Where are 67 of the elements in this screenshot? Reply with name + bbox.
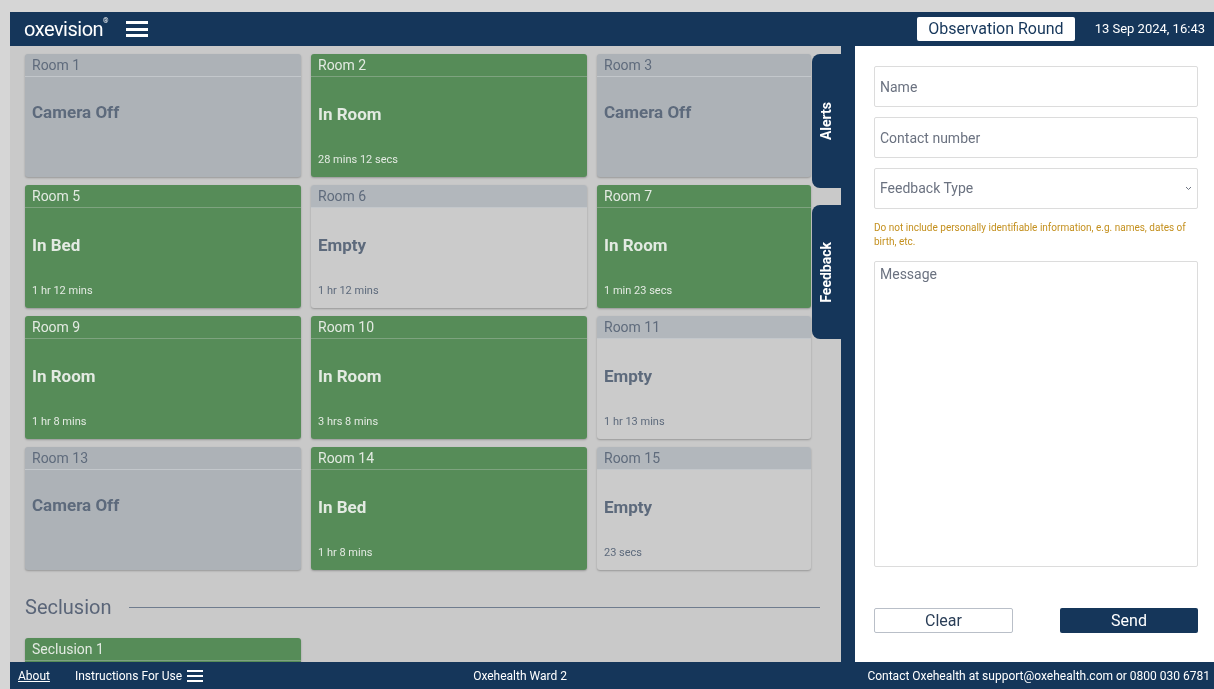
room-status: Empty	[603, 496, 654, 519]
section-heading: Seclusion	[25, 594, 112, 621]
clear-button[interactable]: Clear	[874, 608, 1013, 633]
room-name: Room 2	[318, 57, 367, 73]
room-duration: 1 hr 8 mins	[317, 544, 374, 561]
room-name: Room 7	[604, 188, 653, 204]
room-name: Room 3	[604, 57, 653, 73]
room-duration: 3 hrs 8 mins	[317, 413, 380, 430]
room-duration: 1 hr 8 mins	[31, 413, 88, 430]
room-card[interactable]: Room 14 In Bed 1 hr 8 mins	[311, 447, 587, 570]
room-card[interactable]: Room 5 In Bed 1 hr 12 mins	[25, 185, 301, 308]
room-card[interactable]: Seclusion 1	[25, 638, 301, 662]
observation-round-button[interactable]: Observation Round	[917, 17, 1075, 41]
room-duration: 28 mins 12 secs	[317, 151, 399, 168]
room-status: Camera Off	[603, 101, 693, 124]
ward-name: Oxehealth Ward 2	[473, 667, 567, 685]
room-name: Room 15	[604, 450, 661, 466]
room-name: Seclusion 1	[32, 641, 104, 657]
menu-icon	[187, 669, 204, 682]
room-name: Room 1	[32, 57, 81, 73]
name-field[interactable]: Name	[874, 66, 1198, 107]
room-card[interactable]: Room 2 In Room 28 mins 12 secs	[311, 54, 587, 177]
message-field[interactable]: Message	[874, 261, 1198, 567]
room-duration: 23 secs	[603, 544, 644, 561]
room-name: Room 10	[318, 319, 375, 335]
room-name: Room 9	[32, 319, 81, 335]
room-status: Empty	[317, 234, 368, 257]
room-card[interactable]: Room 6 Empty 1 hr 12 mins	[311, 185, 587, 308]
room-duration: 1 min 23 secs	[603, 282, 674, 299]
room-name: Room 5	[32, 188, 81, 204]
logo: oxevision$^{®}$	[24, 15, 109, 43]
privacy-warning: Do not include personally identifiable information, e.g. names, dates of birth, etc.	[874, 221, 1187, 249]
room-card[interactable]: Room 3 Camera Off	[597, 54, 811, 177]
room-status: In Room	[603, 234, 669, 257]
room-card[interactable]: Room 10 In Room 3 hrs 8 mins	[311, 316, 587, 439]
room-duration: 1 hr 12 mins	[317, 282, 380, 299]
room-status: In Bed	[317, 496, 368, 519]
room-card[interactable]: Room 15 Empty 23 secs	[597, 447, 811, 570]
contact-number-field[interactable]: Contact number	[874, 117, 1198, 158]
room-card[interactable]: Room 9 In Room 1 hr 8 mins	[25, 316, 301, 439]
send-button[interactable]: Send	[1060, 608, 1198, 633]
room-card[interactable]: Room 11 Empty 1 hr 13 mins	[597, 316, 811, 439]
feedback-type-dropdown[interactable]: Feedback Type	[874, 168, 1198, 209]
room-status: Camera Off	[31, 494, 121, 517]
room-status: In Room	[31, 365, 97, 388]
menu-icon[interactable]	[126, 21, 149, 37]
date-time: 13 Sep 2024, 16:43	[1094, 20, 1205, 39]
room-status: In Room	[317, 365, 383, 388]
room-status: In Bed	[31, 234, 82, 257]
room-duration: 1 hr 13 mins	[603, 413, 666, 430]
room-name: Room 13	[32, 450, 89, 466]
side-tab[interactable]: Alerts	[812, 54, 841, 188]
room-card[interactable]: Room 7 In Room 1 min 23 secs	[597, 185, 811, 308]
contact-info: Contact Oxehealth at support@oxehealth.com or 0800 030 6781	[867, 667, 1210, 685]
about-link[interactable]: About	[18, 666, 50, 685]
room-card[interactable]: Room 1 Camera Off	[25, 54, 301, 177]
room-name: Room 11	[604, 319, 661, 335]
room-duration: 1 hr 12 mins	[31, 282, 94, 299]
chevron-down-icon	[1185, 186, 1192, 191]
room-name: Room 14	[318, 450, 375, 466]
instructions-link[interactable]: Instructions For Use	[74, 666, 204, 685]
room-status: In Room	[317, 103, 383, 126]
side-tab[interactable]: Feedback	[812, 205, 841, 339]
room-name: Room 6	[318, 188, 367, 204]
room-card[interactable]: Room 13 Camera Off	[25, 447, 301, 570]
room-status: Camera Off	[31, 101, 121, 124]
room-status: Empty	[603, 365, 654, 388]
